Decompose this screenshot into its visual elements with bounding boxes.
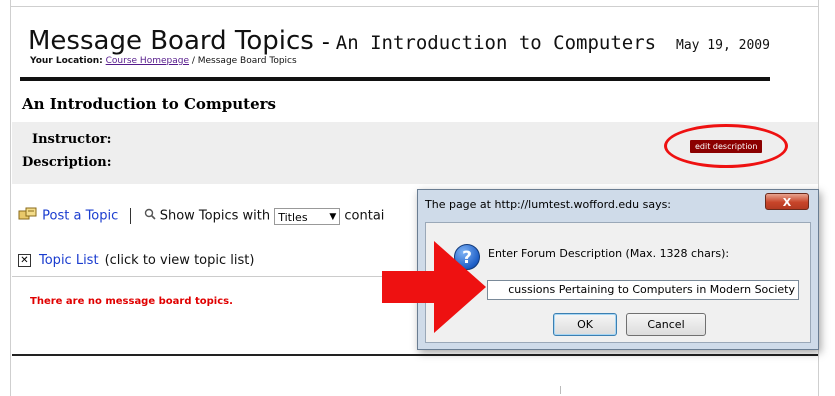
description-label: Description: bbox=[22, 155, 112, 170]
topic-list-row: ✕ Topic List (click to view topic list) bbox=[18, 253, 254, 268]
cursor-mark bbox=[560, 386, 561, 394]
dialog-prompt: Enter Forum Description (Max. 1328 chars… bbox=[488, 247, 730, 260]
left-border bbox=[10, 0, 11, 396]
section-title: An Introduction to Computers bbox=[22, 95, 276, 113]
bottom-divider bbox=[12, 354, 818, 356]
title-separator: - bbox=[321, 30, 330, 55]
page-date: May 19, 2009 bbox=[676, 38, 770, 53]
topic-toolbar: Post a Topic Show Topics with Titles ▼ co… bbox=[18, 207, 384, 225]
breadcrumb-course-homepage-link[interactable]: Course Homepage bbox=[106, 56, 189, 66]
show-topics-label: Show Topics with bbox=[159, 208, 271, 224]
close-icon[interactable]: X bbox=[765, 193, 809, 210]
page-title: Message Board Topics - An Introduction to … bbox=[28, 26, 656, 56]
empty-topics-message: There are no message board topics. bbox=[30, 296, 233, 307]
instructor-label: Instructor: bbox=[32, 132, 112, 147]
cancel-button[interactable]: Cancel bbox=[626, 313, 706, 336]
page-title-text: Message Board Topics bbox=[28, 26, 314, 56]
annotation-arrow bbox=[382, 241, 486, 337]
forum-description-input[interactable]: cussions Pertaining to Computers in Mode… bbox=[487, 280, 799, 300]
breadcrumb-current: / Message Board Topics bbox=[191, 56, 297, 66]
dialog-title: The page at http://lumtest.wofford.edu s… bbox=[425, 198, 672, 211]
breadcrumb: Your Location: Course Homepage / Message… bbox=[30, 56, 297, 66]
forum-description-value: cussions Pertaining to Computers in Mode… bbox=[508, 283, 795, 296]
topic-field-select[interactable]: Titles ▼ bbox=[274, 207, 341, 225]
chevron-down-icon: ▼ bbox=[329, 211, 337, 222]
toolbar-separator bbox=[130, 208, 132, 224]
breadcrumb-label: Your Location: bbox=[30, 56, 103, 66]
top-border bbox=[10, 6, 818, 7]
contains-label: contai bbox=[344, 208, 385, 224]
ok-button[interactable]: OK bbox=[553, 313, 617, 336]
annotation-circle bbox=[664, 124, 788, 168]
collapse-x-icon[interactable]: ✕ bbox=[18, 254, 31, 267]
topic-list-hint: (click to view topic list) bbox=[104, 253, 255, 268]
post-topic-link[interactable]: Post a Topic bbox=[42, 209, 118, 224]
magnifier-icon bbox=[144, 208, 156, 224]
topic-field-select-value: Titles bbox=[278, 210, 308, 224]
header-divider bbox=[20, 77, 770, 81]
course-title: An Introduction to Computers bbox=[335, 32, 657, 54]
topic-list-link[interactable]: Topic List bbox=[39, 253, 99, 268]
post-topic-icon[interactable] bbox=[18, 207, 38, 225]
